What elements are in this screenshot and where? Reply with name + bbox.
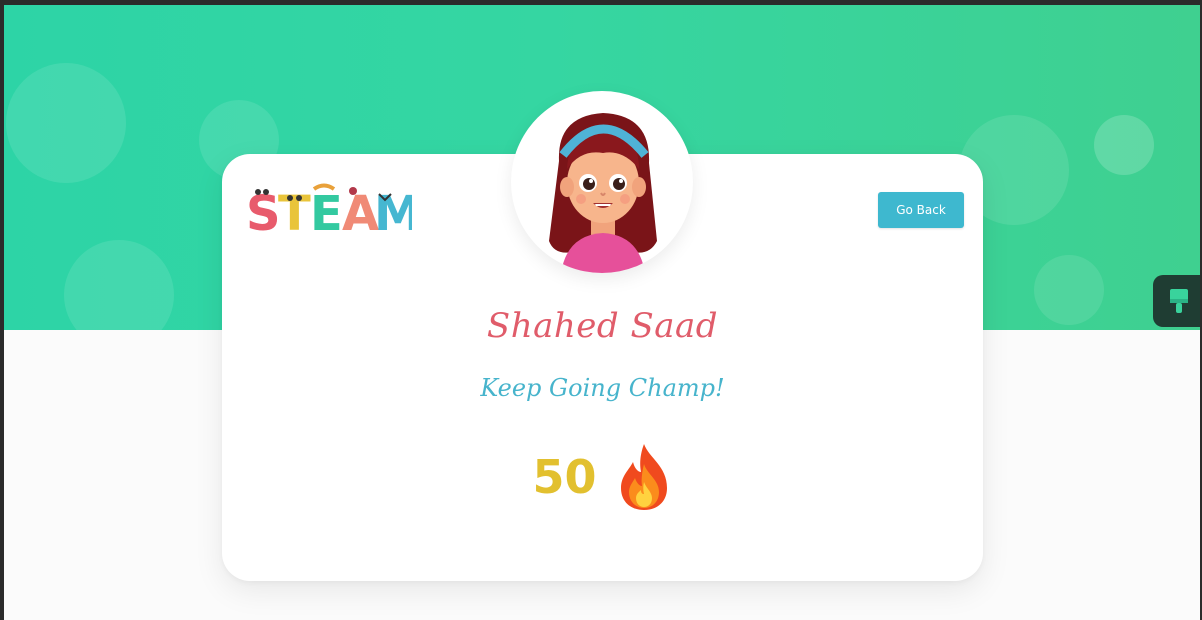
girl-avatar-icon (549, 113, 657, 273)
avatar (511, 91, 693, 273)
paint-brush-icon (1170, 289, 1188, 313)
student-name: Shahed Saad (486, 306, 719, 346)
svg-text:E: E (310, 186, 343, 242)
svg-text:S: S (246, 186, 281, 242)
fire-icon (620, 444, 667, 510)
streak-count: 50 (532, 450, 597, 504)
side-tool-tab[interactable] (1153, 275, 1200, 327)
encouragement-message: Keep Going Champ! (480, 374, 725, 402)
profile-card: S T E A M Go Back Shahed Saad Keep Going… (222, 91, 983, 581)
app-viewport: S T E A M Go Back Shahed Saad Keep Going… (4, 5, 1200, 620)
go-back-button[interactable]: Go Back (878, 192, 964, 228)
streak-display: 50 (222, 442, 983, 512)
steam-logo: S T E A M (246, 183, 412, 242)
svg-text:T: T (278, 186, 311, 242)
